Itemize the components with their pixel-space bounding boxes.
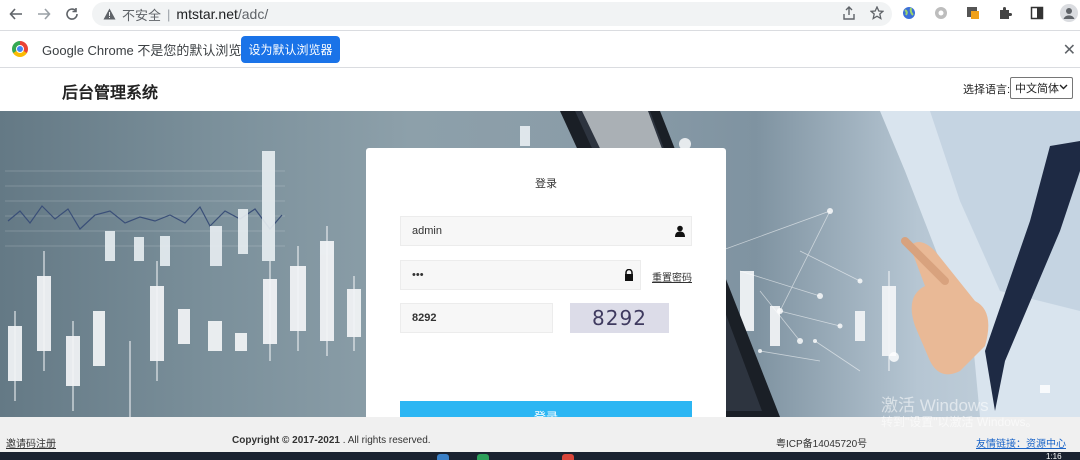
side-panel-icon[interactable] bbox=[1028, 4, 1046, 22]
address-bar[interactable]: 不安全 | mtstar.net/adc/ bbox=[92, 2, 892, 26]
windows-activation-hint: 转到"设置"以激活 Windows。 bbox=[881, 415, 1038, 429]
arrow-left-icon bbox=[9, 8, 22, 20]
infobar-message: Google Chrome 不是您的默认浏览器 bbox=[42, 42, 255, 58]
forward-button[interactable] bbox=[30, 0, 58, 28]
reset-password-link[interactable]: 重置密码 bbox=[652, 269, 692, 284]
close-icon[interactable]: ✕ bbox=[1063, 40, 1076, 60]
url-path: /adc/ bbox=[237, 6, 269, 22]
warning-icon[interactable] bbox=[102, 7, 116, 21]
login-card: 登录 admin ••• 重置密码 8292 8292 登录 bbox=[366, 148, 726, 431]
friendly-links[interactable]: 友情链接：资源中心 bbox=[976, 435, 1066, 450]
page-title: 后台管理系统 bbox=[62, 85, 159, 102]
invite-register-link[interactable]: 邀请码注册 bbox=[6, 435, 56, 450]
browser-toolbar: 不安全 | mtstar.net/adc/ bbox=[0, 0, 1080, 28]
copyright-rest: . All rights reserved. bbox=[339, 435, 431, 446]
captcha-input[interactable]: 8292 bbox=[400, 303, 553, 333]
url-separator: | bbox=[167, 6, 171, 22]
set-default-browser-button[interactable]: 设为默认浏览器 bbox=[241, 36, 340, 63]
password-value: ••• bbox=[412, 269, 424, 281]
chevron-down-icon bbox=[1059, 82, 1068, 94]
copyright-bold: Copyright © 2017-2021 bbox=[232, 435, 340, 446]
reload-button[interactable] bbox=[58, 0, 86, 28]
arrow-right-icon bbox=[38, 8, 51, 20]
login-title: 登录 bbox=[535, 178, 557, 190]
star-icon[interactable] bbox=[869, 5, 885, 23]
taskbar-app-icon[interactable] bbox=[562, 454, 574, 460]
taskbar-clock: 1:16 bbox=[1046, 452, 1062, 460]
extension-icon-gray[interactable] bbox=[932, 4, 950, 22]
share-icon[interactable] bbox=[842, 6, 856, 23]
password-field[interactable]: ••• bbox=[400, 260, 641, 290]
lock-icon bbox=[623, 268, 635, 281]
url-host: mtstar.net bbox=[176, 6, 238, 22]
globe-extension-icon[interactable] bbox=[900, 4, 918, 22]
page-header: 后台管理系统 选择语言: 中文简体 bbox=[0, 69, 1080, 111]
back-button[interactable] bbox=[2, 0, 30, 28]
reload-icon bbox=[66, 8, 78, 20]
icp-license: 粤ICP备14045720号 bbox=[776, 439, 868, 450]
taskbar-app-icon[interactable] bbox=[477, 454, 489, 460]
username-field[interactable]: admin bbox=[400, 216, 692, 246]
captcha-image[interactable]: 8292 bbox=[570, 303, 669, 333]
security-status[interactable]: 不安全 bbox=[122, 5, 161, 24]
taskbar-app-icon[interactable] bbox=[437, 454, 449, 460]
translate-extension-icon[interactable] bbox=[964, 4, 982, 22]
copyright-text: Copyright © 2017-2021 . All rights reser… bbox=[232, 435, 431, 446]
username-value: admin bbox=[412, 225, 442, 237]
captcha-input-value: 8292 bbox=[412, 312, 437, 324]
avatar-icon[interactable] bbox=[1060, 4, 1078, 22]
chrome-logo-icon bbox=[12, 41, 28, 57]
user-icon bbox=[674, 225, 686, 237]
default-browser-infobar: Google Chrome 不是您的默认浏览器 设为默认浏览器 ✕ bbox=[0, 30, 1080, 68]
language-label: 选择语言: bbox=[963, 84, 1011, 96]
puzzle-icon[interactable] bbox=[996, 4, 1014, 22]
language-selected-value: 中文简体 bbox=[1015, 83, 1059, 95]
language-select[interactable]: 中文简体 bbox=[1010, 77, 1073, 99]
taskbar bbox=[0, 452, 1080, 460]
